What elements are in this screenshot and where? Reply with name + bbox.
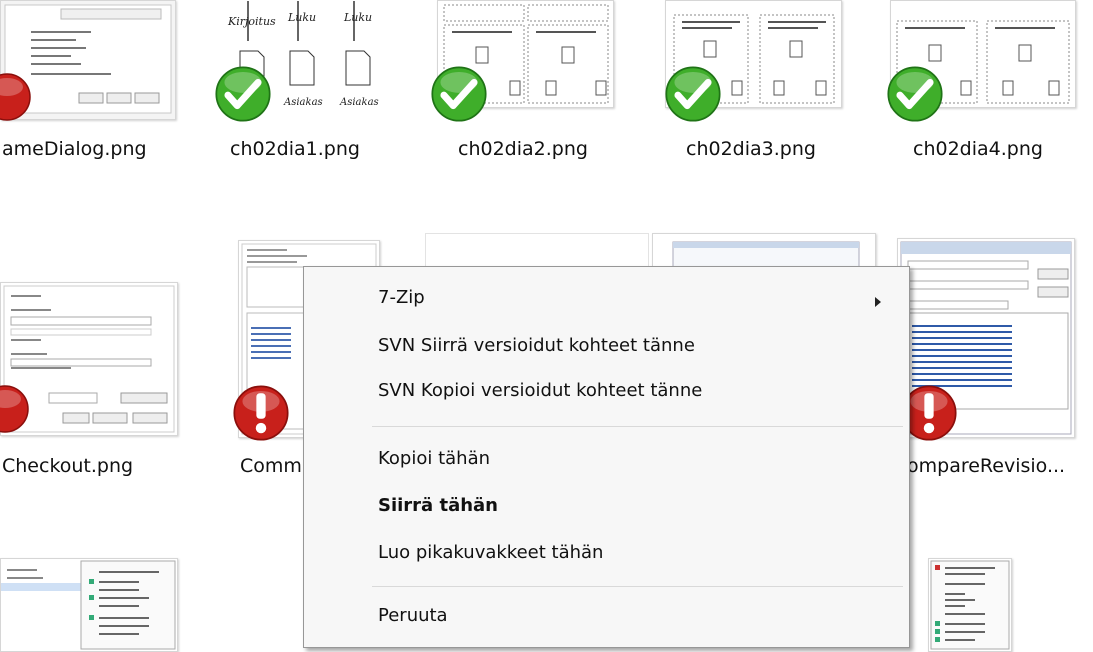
- normal-overlay-icon: [665, 66, 721, 122]
- context-menu: 7-Zip SVN Siirrä versioidut kohteet tänn…: [303, 266, 910, 648]
- menu-item-create-shortcuts[interactable]: Luo pikakuvakkeet tähän: [378, 542, 603, 563]
- file-name[interactable]: ompareRevisio...: [907, 455, 1065, 477]
- conflict-overlay-icon: [0, 385, 29, 433]
- file-name[interactable]: ch02dia4.png: [913, 138, 1043, 160]
- diagram-label-luku: Luku: [287, 11, 316, 24]
- conflict-overlay-icon: [233, 385, 289, 441]
- file-name[interactable]: ch02dia2.png: [458, 138, 588, 160]
- menu-item-cancel[interactable]: Peruuta: [378, 605, 448, 626]
- conflict-overlay-icon: [0, 73, 31, 121]
- file-name[interactable]: Comm: [240, 455, 302, 477]
- normal-overlay-icon: [215, 66, 271, 122]
- diagram-label-asiakas: Asiakas: [339, 97, 379, 108]
- menu-preview: [1, 559, 176, 651]
- normal-overlay-icon: [887, 66, 943, 122]
- menu-item-svn-copy[interactable]: SVN Kopioi versioidut kohteet tänne: [378, 380, 702, 401]
- menu-item-svn-move[interactable]: SVN Siirrä versioidut kohteet tänne: [378, 335, 695, 356]
- menu-preview: [930, 560, 1010, 650]
- diagram-label-kirjoitus: Kirjoitus: [227, 15, 276, 28]
- menu-item-move-here[interactable]: Siirrä tähän: [378, 495, 498, 516]
- thumbnail-menu[interactable]: [0, 558, 178, 652]
- diagram-label-asiakas: Asiakas: [283, 97, 323, 108]
- normal-overlay-icon: [431, 66, 487, 122]
- menu-separator: [372, 426, 903, 427]
- thumbnail-menu[interactable]: [928, 558, 1012, 652]
- menu-separator: [372, 586, 903, 587]
- file-name[interactable]: ch02dia1.png: [230, 138, 360, 160]
- file-name[interactable]: ch02dia3.png: [686, 138, 816, 160]
- menu-item-copy-here[interactable]: Kopioi tähän: [378, 448, 490, 469]
- file-name[interactable]: ameDialog.png: [2, 138, 147, 160]
- file-name[interactable]: Checkout.png: [2, 455, 133, 477]
- submenu-arrow-icon: [875, 297, 881, 307]
- diagram-label-luku: Luku: [343, 11, 372, 24]
- menu-item-7zip[interactable]: 7-Zip: [378, 287, 425, 308]
